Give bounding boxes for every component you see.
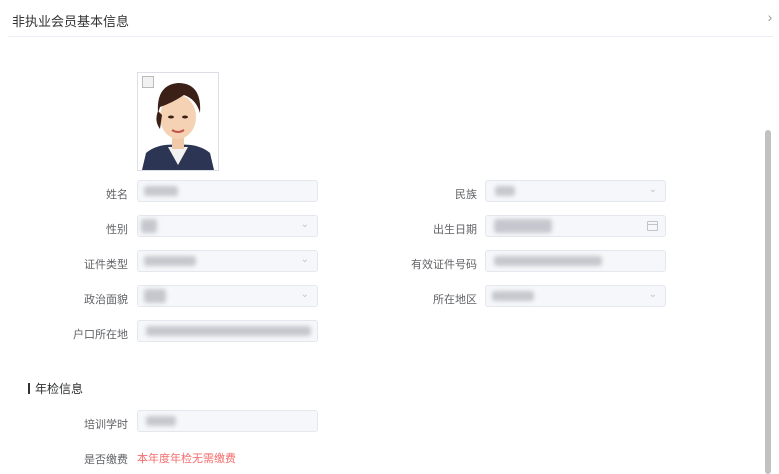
redacted-value xyxy=(495,186,515,196)
chevron-down-icon: ⌄ xyxy=(300,289,309,300)
birth-date-label: 出生日期 xyxy=(433,224,477,236)
redacted-value xyxy=(492,291,534,301)
redacted-value xyxy=(141,219,157,233)
redacted-value xyxy=(494,256,602,266)
political-status-select[interactable]: ⌄ xyxy=(137,285,318,307)
gender-label: 性别 xyxy=(106,224,128,236)
fee-paid-label: 是否缴费 xyxy=(84,454,128,466)
annual-check-title: 年检信息 xyxy=(35,382,84,396)
annual-check-heading: 年检信息 xyxy=(28,380,83,397)
name-label: 姓名 xyxy=(106,189,128,201)
region-select[interactable]: ⌄ xyxy=(485,285,666,307)
section-title: 非执业会员基本信息 xyxy=(12,14,130,29)
redacted-value xyxy=(144,186,178,196)
region-label: 所在地区 xyxy=(433,294,477,306)
household-registration-label: 户口所在地 xyxy=(73,329,128,341)
heading-marker xyxy=(28,383,30,394)
chevron-down-icon: ⌄ xyxy=(648,289,657,300)
birth-date-picker[interactable] xyxy=(485,215,666,237)
member-photo xyxy=(137,72,219,171)
training-hours-label: 培训学时 xyxy=(84,419,128,431)
id-number-field[interactable] xyxy=(485,250,666,272)
id-type-select[interactable]: ⌄ xyxy=(137,250,318,272)
redacted-value xyxy=(146,416,176,426)
gender-select[interactable]: ⌄ xyxy=(137,215,318,237)
redacted-value xyxy=(494,219,552,233)
chevron-down-icon: ⌄ xyxy=(648,184,657,195)
political-status-label: 政治面貌 xyxy=(84,294,128,306)
redacted-value xyxy=(144,289,166,303)
vertical-scrollbar[interactable] xyxy=(765,130,771,474)
redacted-value xyxy=(146,326,311,336)
ethnicity-label: 民族 xyxy=(455,189,477,201)
chevron-right-icon[interactable]: › xyxy=(763,8,777,26)
section-header[interactable]: 非执业会员基本信息 › xyxy=(0,0,779,37)
chevron-down-icon: ⌄ xyxy=(300,254,309,265)
broken-image-icon xyxy=(142,76,154,88)
training-hours-field[interactable] xyxy=(137,410,318,432)
ethnicity-select[interactable]: ⌄ xyxy=(485,180,666,202)
id-number-label: 有效证件号码 xyxy=(411,259,477,271)
id-type-label: 证件类型 xyxy=(84,259,128,271)
household-registration-field[interactable] xyxy=(137,320,318,342)
fee-paid-value: 本年度年检无需缴费 xyxy=(137,453,236,465)
divider xyxy=(8,36,773,37)
calendar-icon xyxy=(647,221,658,231)
name-field[interactable] xyxy=(137,180,318,202)
chevron-down-icon: ⌄ xyxy=(300,219,309,230)
redacted-value xyxy=(144,256,196,266)
